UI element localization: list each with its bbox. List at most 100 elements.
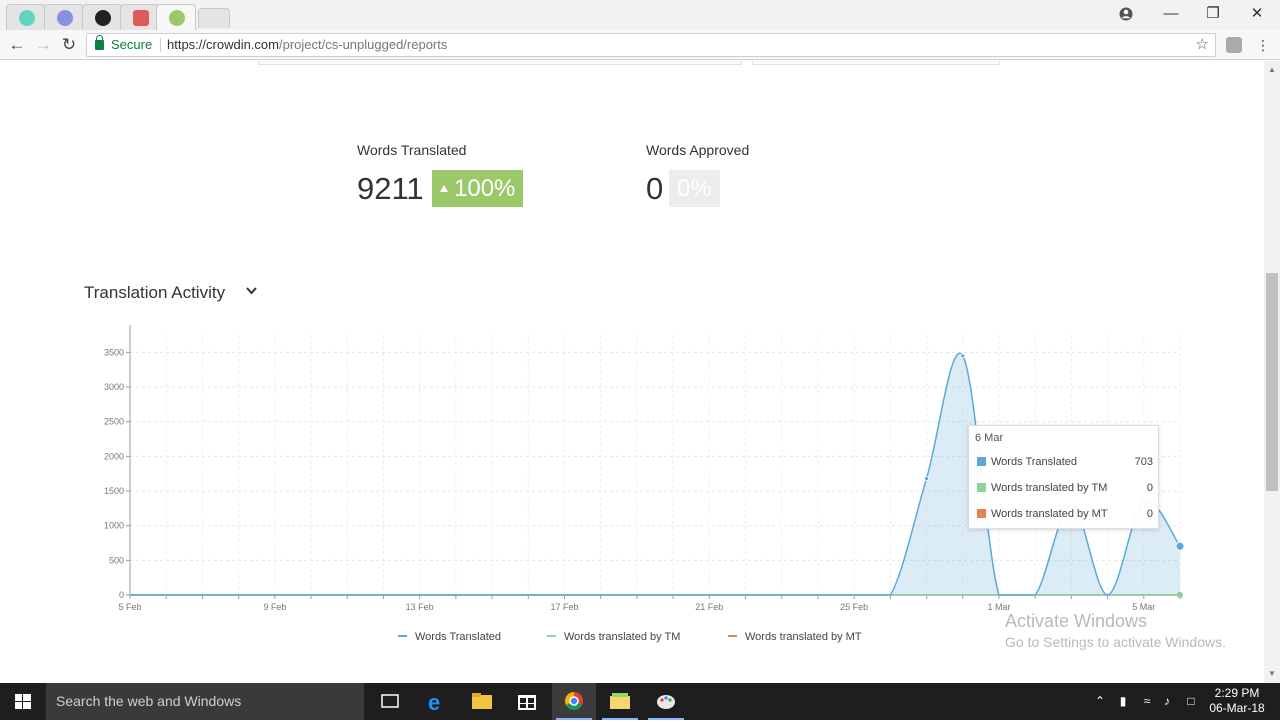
tooltip-swatch bbox=[977, 509, 986, 518]
tray-expand-icon[interactable]: ⌃ bbox=[1092, 683, 1108, 720]
chevron-down-icon[interactable] bbox=[245, 285, 258, 297]
tooltip-value: 0 bbox=[1146, 508, 1153, 520]
tooltip-row: Words translated by MT 0 bbox=[977, 508, 1153, 520]
legend-words-tm[interactable]: Words translated by TM bbox=[547, 631, 680, 643]
extension-icon[interactable] bbox=[1226, 37, 1242, 53]
minimize-button[interactable]: — bbox=[1149, 0, 1193, 30]
top-strip bbox=[752, 61, 1000, 65]
secure-label: Secure bbox=[111, 37, 153, 52]
tooltip-swatch bbox=[977, 457, 986, 466]
tooltip-label: Words translated by MT bbox=[991, 508, 1108, 520]
tooltip-value: 0 bbox=[1146, 482, 1153, 494]
tab-1[interactable] bbox=[6, 4, 46, 30]
scroll-up-icon[interactable]: ▲ bbox=[1268, 65, 1276, 74]
tab-crowdin-active[interactable] bbox=[156, 4, 196, 30]
y-tick-label: 1500 bbox=[104, 486, 124, 496]
words-translated-label: Words Translated bbox=[357, 142, 467, 158]
back-icon[interactable]: ← bbox=[6, 34, 28, 56]
tooltip-value: 703 bbox=[1134, 456, 1153, 468]
profile-icon[interactable] bbox=[1104, 0, 1148, 30]
tab-3[interactable] bbox=[82, 4, 122, 30]
file-explorer-icon[interactable] bbox=[460, 683, 504, 720]
arrow-up-icon bbox=[440, 185, 448, 192]
y-tick-label: 1000 bbox=[104, 521, 124, 531]
chrome-icon[interactable] bbox=[552, 683, 596, 720]
taskbar-search-input[interactable]: Search the web and Windows bbox=[46, 683, 364, 720]
y-tick-label: 3000 bbox=[104, 382, 124, 392]
lock-icon bbox=[95, 35, 104, 50]
x-tick-label: 9 Feb bbox=[263, 602, 286, 612]
translated-percent-badge: 100% bbox=[432, 170, 524, 207]
legend-words-mt[interactable]: Words translated by MT bbox=[728, 631, 862, 643]
new-tab-button[interactable] bbox=[198, 8, 230, 28]
legend-label: Words translated by MT bbox=[745, 631, 862, 643]
edge-icon[interactable]: e bbox=[415, 683, 459, 720]
battery-icon[interactable]: ▮ bbox=[1114, 683, 1132, 720]
translation-activity-title[interactable]: Translation Activity bbox=[84, 283, 225, 303]
task-view-icon[interactable] bbox=[368, 683, 412, 720]
legend-words-translated[interactable]: Words Translated bbox=[398, 631, 501, 643]
top-strip bbox=[258, 61, 742, 65]
tab-4[interactable] bbox=[120, 4, 160, 30]
activate-windows-subtitle: Go to Settings to activate Windows. bbox=[1005, 634, 1226, 650]
translated-percent: 100% bbox=[454, 175, 516, 202]
clock-time: 2:29 PM bbox=[1214, 686, 1260, 700]
restore-button[interactable]: ❐ bbox=[1191, 0, 1235, 30]
tooltip-label: Words Translated bbox=[991, 456, 1078, 468]
url-path: /project/cs-unplugged/reports bbox=[279, 37, 448, 52]
data-point bbox=[924, 476, 929, 481]
volume-icon[interactable]: ♪ bbox=[1158, 683, 1176, 720]
site-favicon-icon bbox=[57, 10, 73, 26]
paint-app-icon[interactable] bbox=[644, 683, 688, 720]
github-icon bbox=[95, 10, 111, 26]
scrollbar-thumb[interactable] bbox=[1266, 273, 1278, 491]
tooltip-row: Words translated by TM 0 bbox=[977, 482, 1153, 494]
reload-icon[interactable]: ↻ bbox=[58, 34, 80, 56]
clock-date: 06-Mar-18 bbox=[1209, 701, 1265, 715]
data-point bbox=[960, 353, 966, 359]
page-scrollbar[interactable]: ▲ ▼ bbox=[1264, 61, 1280, 683]
y-tick-label: 500 bbox=[109, 555, 124, 565]
tooltip-swatch bbox=[977, 483, 986, 492]
approved-percent-badge: 0% bbox=[669, 170, 720, 207]
taskbar-clock[interactable]: 2:29 PM 06-Mar-18 bbox=[1206, 683, 1268, 720]
data-point bbox=[1175, 541, 1185, 551]
x-tick-label: 25 Feb bbox=[840, 602, 868, 612]
x-tick-label: 5 Feb bbox=[118, 602, 141, 612]
forward-icon[interactable]: → bbox=[32, 34, 54, 56]
wifi-icon[interactable]: ≈ bbox=[1138, 683, 1156, 720]
url-text: https://crowdin.com/project/cs-unplugged… bbox=[167, 34, 447, 56]
chart-tooltip: 6 Mar Words Translated 703 Words translat… bbox=[968, 425, 1159, 529]
tooltip-label: Words translated by TM bbox=[991, 482, 1108, 494]
legend-label: Words translated by TM bbox=[564, 631, 681, 643]
url-host: https://crowdin.com bbox=[167, 37, 279, 52]
y-tick-label: 3500 bbox=[104, 347, 124, 357]
address-bar[interactable]: Secure https://crowdin.com/project/cs-un… bbox=[86, 33, 1216, 57]
words-approved-value: 0 bbox=[646, 171, 664, 206]
windows-taskbar: Search the web and Windows e ⌃ ▮ ≈ ♪ □ 2… bbox=[0, 683, 1280, 720]
x-tick-label: 21 Feb bbox=[695, 602, 723, 612]
menu-icon[interactable]: ⋮ bbox=[1252, 34, 1274, 56]
y-tick-label: 2000 bbox=[104, 451, 124, 461]
store-icon[interactable] bbox=[505, 683, 549, 720]
bookmark-star-icon[interactable]: ☆ bbox=[1196, 34, 1209, 56]
x-tick-label: 13 Feb bbox=[406, 602, 434, 612]
page-content: Words Translated 9211 100% Words Approve… bbox=[0, 61, 1264, 683]
y-tick-label: 2500 bbox=[104, 417, 124, 427]
notifications-icon[interactable]: □ bbox=[1182, 683, 1200, 720]
windows-start-icon[interactable] bbox=[0, 683, 46, 720]
crowdin-icon bbox=[169, 10, 185, 26]
svg-text:e: e bbox=[428, 690, 440, 715]
x-tick-label: 17 Feb bbox=[550, 602, 578, 612]
y-tick-label: 0 bbox=[119, 590, 124, 600]
legend-swatch bbox=[398, 635, 407, 637]
tooltip-date: 6 Mar bbox=[975, 432, 1004, 444]
folder-app-icon[interactable] bbox=[598, 683, 642, 720]
words-translated-value: 9211 bbox=[357, 171, 424, 206]
tooltip-row: Words Translated 703 bbox=[977, 456, 1153, 468]
scroll-down-icon[interactable]: ▼ bbox=[1268, 669, 1276, 678]
legend-swatch bbox=[547, 635, 556, 637]
browser-toolbar: ← → ↻ Secure https://crowdin.com/project… bbox=[0, 30, 1280, 60]
close-window-button[interactable]: ✕ bbox=[1235, 0, 1279, 30]
tab-2[interactable] bbox=[44, 4, 84, 30]
